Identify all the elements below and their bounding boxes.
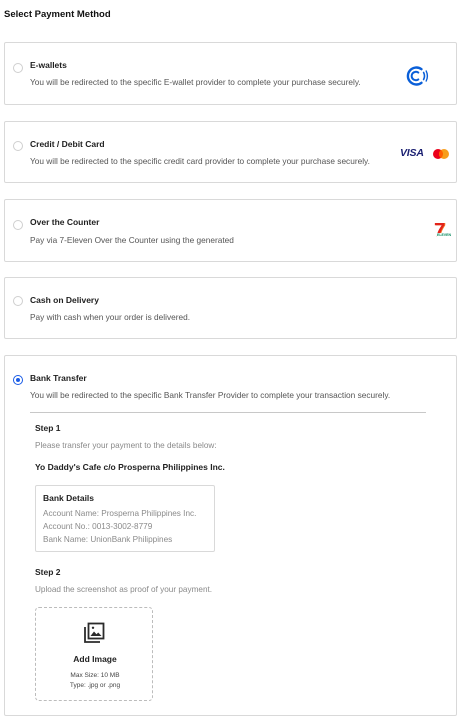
- bank-name: Bank Name: UnionBank Philippines: [43, 535, 173, 544]
- divider: [30, 412, 426, 413]
- option-title: Cash on Delivery: [30, 295, 99, 305]
- max-size-label: Max Size: 10 MB: [70, 672, 120, 679]
- gcash-icon: [406, 66, 429, 86]
- option-title: Over the Counter: [30, 217, 100, 227]
- visa-text: VISA: [400, 147, 424, 159]
- add-image-upload-button[interactable]: Add Image Max Size: 10 MB Type: .jpg or …: [35, 607, 153, 701]
- mastercard-icon: [433, 149, 449, 159]
- seven-eleven-icon: 7 ELEVEN: [434, 220, 452, 245]
- visa-mastercard-icon: VISA: [400, 147, 455, 161]
- file-type-label: Type: .jpg or .png: [69, 682, 121, 689]
- page-title: Select Payment Method: [4, 9, 111, 20]
- option-title: E-wallets: [30, 60, 67, 70]
- option-description: You will be redirected to the specific c…: [30, 156, 370, 166]
- step-2-label: Step 2: [35, 567, 61, 577]
- add-image-label: Add Image: [73, 654, 117, 664]
- image-upload-icon: [84, 622, 105, 643]
- bank-details-box: Bank Details Account Name: Prosperna Phi…: [35, 485, 215, 552]
- radio-bank-transfer[interactable]: [13, 375, 23, 385]
- radio-otc[interactable]: [13, 220, 23, 230]
- payment-option-cod[interactable]: Cash on Delivery Pay with cash when your…: [4, 277, 457, 339]
- step-1-instructions: Please transfer your payment to the deta…: [35, 441, 217, 450]
- radio-card[interactable]: [13, 141, 23, 151]
- payment-option-bank-transfer[interactable]: Bank Transfer You will be redirected to …: [4, 355, 457, 716]
- option-description: Pay with cash when your order is deliver…: [30, 312, 191, 322]
- account-number: Account No.: 0013-3002-8779: [43, 522, 153, 531]
- merchant-name: Yo Daddy's Cafe c/o Prosperna Philippine…: [35, 462, 225, 472]
- payment-option-ewallets[interactable]: E-wallets You will be redirected to the …: [4, 42, 457, 105]
- bank-details-title: Bank Details: [43, 493, 95, 503]
- seven-eleven-sub: ELEVEN: [437, 233, 452, 237]
- step-2-instructions: Upload the screenshot as proof of your p…: [35, 585, 213, 594]
- seven-digit: 7: [434, 220, 446, 242]
- account-name: Account Name: Prosperna Philippines Inc.: [43, 509, 197, 518]
- radio-cod[interactable]: [13, 296, 23, 306]
- payment-option-card[interactable]: Credit / Debit Card You will be redirect…: [4, 121, 457, 183]
- option-title: Bank Transfer: [30, 373, 87, 383]
- option-description: Pay via 7-Eleven Over the Counter using …: [30, 235, 234, 245]
- option-description: You will be redirected to the specific B…: [30, 390, 391, 400]
- option-title: Credit / Debit Card: [30, 139, 105, 149]
- payment-option-otc[interactable]: Over the Counter Pay via 7-Eleven Over t…: [4, 199, 457, 262]
- radio-ewallets[interactable]: [13, 63, 23, 73]
- option-description: You will be redirected to the specific E…: [30, 77, 361, 87]
- step-1-label: Step 1: [35, 423, 61, 433]
